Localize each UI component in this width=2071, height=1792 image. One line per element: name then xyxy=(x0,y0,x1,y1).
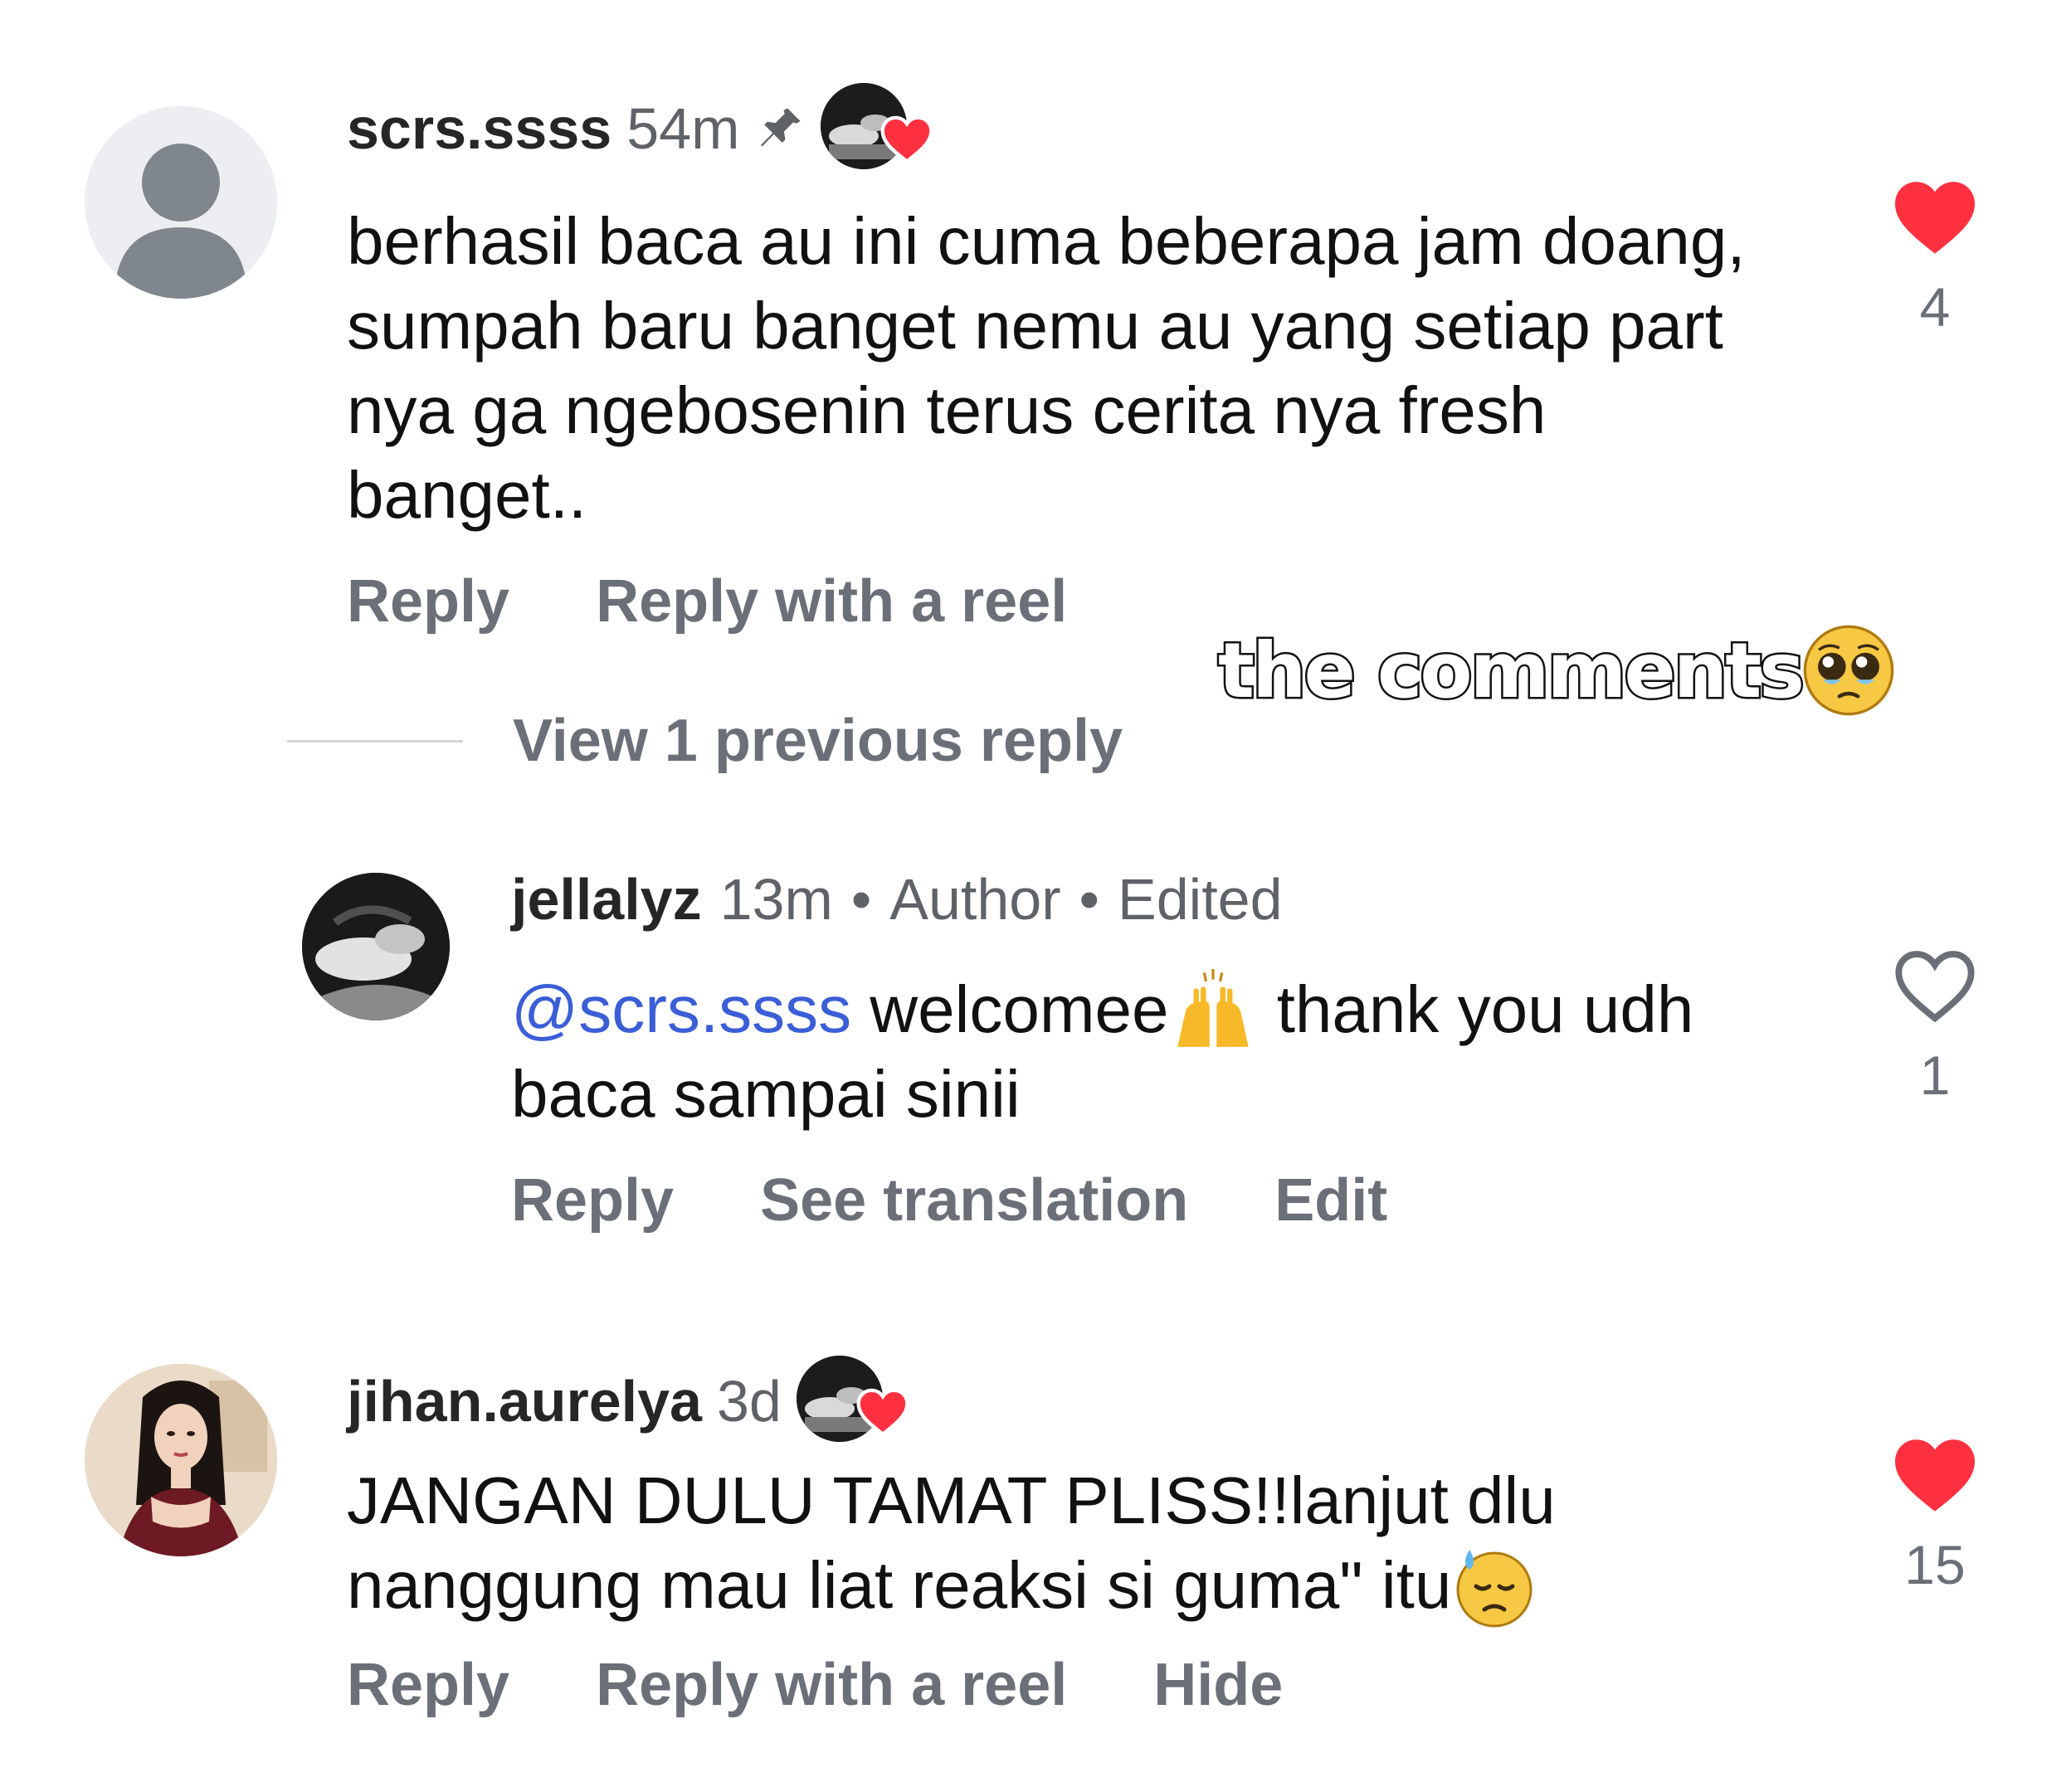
like-control: 1 xyxy=(1877,946,1993,1107)
edit-button[interactable]: Edit xyxy=(1274,1166,1387,1234)
pin-icon xyxy=(761,108,801,147)
comment-meta: jellalyz 13m • Author • Edited xyxy=(511,866,1283,933)
like-count: 15 xyxy=(1904,1534,1966,1595)
mention-link[interactable]: @scrs.ssss xyxy=(511,972,851,1046)
text-part: JANGAN DULU TAMAT PLISS!!lanjut dlu nang… xyxy=(347,1463,1556,1622)
profile-photo xyxy=(302,873,450,1020)
username[interactable]: jihan.aurelya xyxy=(347,1368,702,1434)
timestamp: 13m xyxy=(719,867,833,932)
reply-with-reel-button[interactable]: Reply with a reel xyxy=(596,1651,1067,1719)
comment-text: JANGAN DULU TAMAT PLISS!!lanjut dlu nang… xyxy=(347,1458,1774,1628)
reply-with-reel-button[interactable]: Reply with a reel xyxy=(596,567,1067,635)
separator-dot: • xyxy=(1079,867,1100,932)
timestamp: 3d xyxy=(716,1369,782,1434)
see-translation-button[interactable]: See translation xyxy=(760,1166,1188,1234)
comment-text: @scrs.ssss welcomee thank you udh baca s… xyxy=(511,967,1789,1137)
edited-tag: Edited xyxy=(1118,867,1283,932)
comment-meta: jihan.aurelya 3d xyxy=(347,1356,913,1447)
reply-button[interactable]: Reply xyxy=(347,567,509,635)
comment-actions: Reply Reply with a reel xyxy=(347,567,1067,635)
username[interactable]: scrs.ssss xyxy=(347,95,612,162)
avatar[interactable] xyxy=(85,1364,277,1556)
heart-badge-icon xyxy=(880,115,933,164)
like-control: 15 xyxy=(1877,1435,1993,1596)
default-user-icon xyxy=(85,106,277,299)
reply-button[interactable]: Reply xyxy=(511,1166,674,1234)
caption-text: the comments xyxy=(1216,624,1807,717)
comment-jellalyz: jellalyz 13m • Author • Edited @scrs.sss… xyxy=(0,830,2071,1294)
heart-badge-icon xyxy=(856,1388,909,1437)
illustrated-avatar xyxy=(85,1364,277,1556)
comment-jihan-aurelya: jihan.aurelya 3d JANGAN DULU TAMAT PLISS… xyxy=(0,1311,2071,1792)
comment-actions: Reply See translation Edit xyxy=(511,1166,1387,1234)
heart-filled-icon[interactable] xyxy=(1890,1435,1980,1515)
username[interactable]: jellalyz xyxy=(511,866,702,933)
avatar[interactable] xyxy=(302,873,450,1020)
text-part: welcomee xyxy=(851,972,1169,1046)
downcast-sweat-icon xyxy=(1456,1549,1533,1628)
like-control: 4 xyxy=(1877,178,1993,338)
reply-button[interactable]: Reply xyxy=(347,1651,509,1719)
heart-filled-icon[interactable] xyxy=(1890,178,1980,257)
author-tag: Author xyxy=(889,867,1061,932)
comment-meta: scrs.ssss 54m xyxy=(347,83,937,174)
comment-actions: Reply Reply with a reel Hide xyxy=(347,1651,1283,1719)
like-count: 4 xyxy=(1919,276,1951,338)
hide-button[interactable]: Hide xyxy=(1153,1651,1283,1719)
raising-hands-icon xyxy=(1177,968,1250,1047)
avatar[interactable] xyxy=(85,106,277,299)
timestamp: 54m xyxy=(626,96,740,161)
comment-text: berhasil baca au ini cuma beberapa jam d… xyxy=(347,204,1746,532)
thread-divider xyxy=(287,739,463,743)
author-liked-badge xyxy=(821,83,937,174)
like-count: 1 xyxy=(1919,1045,1951,1106)
overlay-caption: the comments xyxy=(1216,624,1895,717)
view-previous-replies[interactable]: View 1 previous reply xyxy=(287,707,1123,775)
separator-dot: • xyxy=(850,867,872,932)
pleading-face-icon xyxy=(1803,625,1894,716)
view-replies-label[interactable]: View 1 previous reply xyxy=(513,707,1123,775)
heart-outline-icon[interactable] xyxy=(1890,946,1980,1025)
author-liked-badge xyxy=(796,1356,913,1447)
